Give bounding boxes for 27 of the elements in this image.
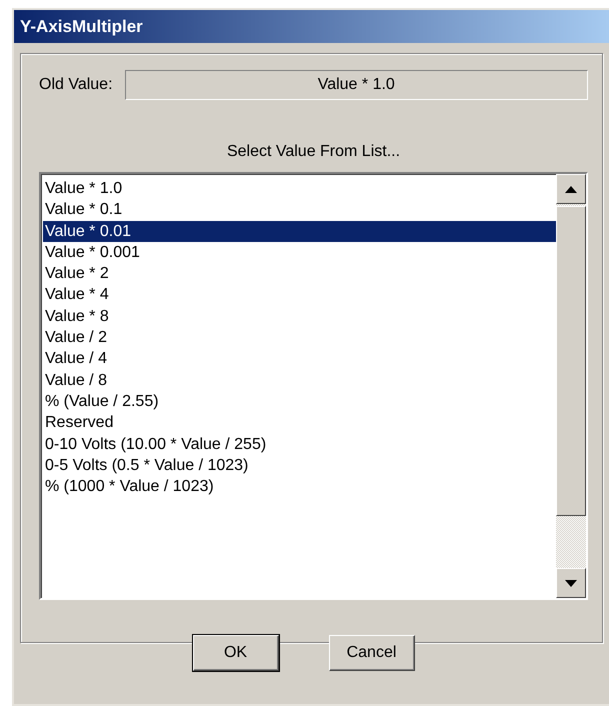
list-item[interactable]: % (1000 * Value / 1023) bbox=[43, 476, 556, 498]
window-title: Y-AxisMultipler bbox=[20, 16, 143, 38]
list-item[interactable]: Value * 0.01 bbox=[43, 220, 556, 242]
list-item[interactable]: Reserved bbox=[43, 412, 556, 434]
scroll-up-button[interactable] bbox=[556, 174, 586, 204]
list-item[interactable]: Value * 0.001 bbox=[43, 242, 556, 264]
list-item[interactable]: Value * 0.1 bbox=[43, 199, 556, 221]
list-item[interactable]: Value / 2 bbox=[43, 327, 556, 348]
list-heading: Select Value From List... bbox=[226, 142, 402, 162]
list-item[interactable]: Value / 8 bbox=[43, 370, 556, 391]
list-item[interactable]: Value * 4 bbox=[43, 284, 556, 306]
old-value-field: Value * 1.0 bbox=[124, 70, 588, 100]
list-item[interactable]: Value * 1.0 bbox=[43, 178, 556, 200]
up-arrow-icon bbox=[565, 186, 577, 192]
list-item[interactable]: Value * 8 bbox=[43, 306, 556, 328]
scroll-down-button[interactable] bbox=[556, 568, 586, 598]
ok-button[interactable]: OK bbox=[192, 635, 278, 671]
list-item[interactable]: Value / 4 bbox=[43, 348, 556, 370]
list-item[interactable]: 0-10 Volts (10.00 * Value / 255) bbox=[43, 434, 556, 455]
list-item[interactable]: Value * 2 bbox=[43, 263, 556, 284]
cancel-button[interactable]: Cancel bbox=[328, 635, 414, 671]
down-arrow-icon bbox=[565, 580, 577, 586]
list-item[interactable]: 0-5 Volts (0.5 * Value / 1023) bbox=[43, 454, 556, 476]
scrollbar[interactable] bbox=[556, 174, 586, 598]
old-value-label: Old Value: bbox=[39, 75, 113, 95]
list-item[interactable]: % (Value / 2.55) bbox=[43, 390, 556, 412]
scroll-thumb[interactable] bbox=[556, 206, 586, 516]
